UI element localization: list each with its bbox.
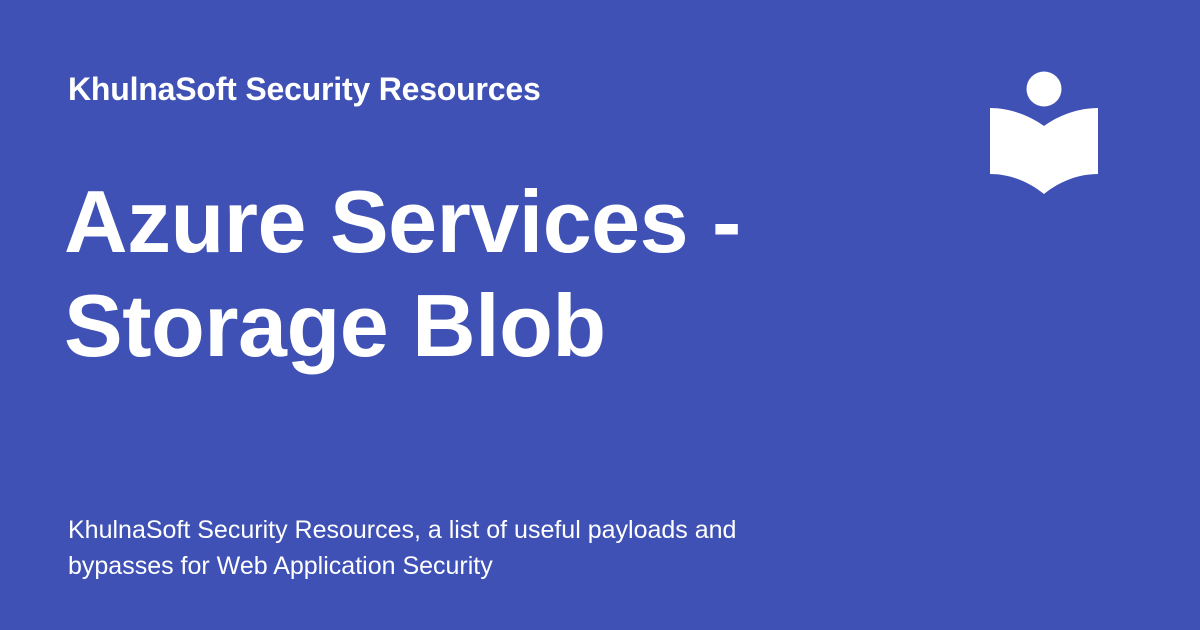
page-title-line: Storage Blob: [64, 276, 606, 375]
page-description: KhulnaSoft Security Resources, a list of…: [68, 512, 888, 584]
page-description-line: bypasses for Web Application Security: [68, 552, 493, 580]
site-name: KhulnaSoft Security Resources: [68, 71, 541, 107]
page-title: Azure Services - Storage Blob: [64, 170, 924, 378]
page-description-line: KhulnaSoft Security Resources, a list of…: [68, 516, 737, 544]
book-reader-icon: [985, 68, 1103, 200]
page-title-line: Azure Services -: [64, 172, 741, 271]
